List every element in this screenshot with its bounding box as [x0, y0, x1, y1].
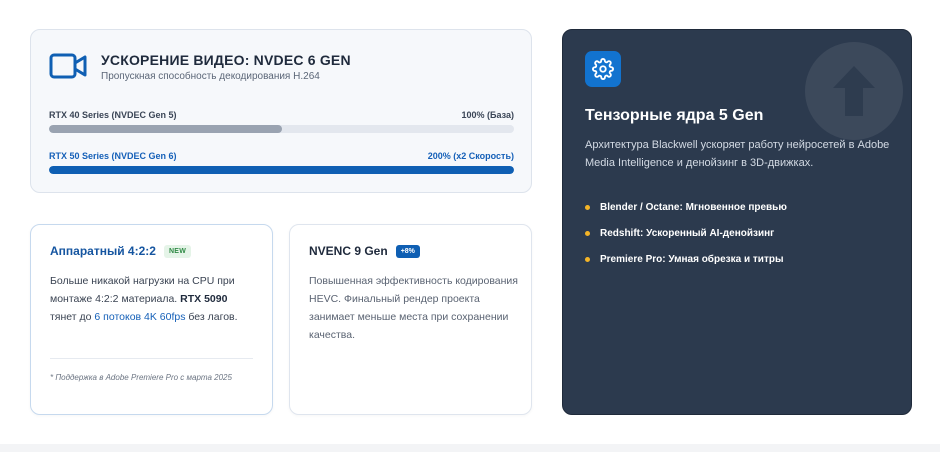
list-item: Blender / Octane: Мгновенное превью — [585, 194, 787, 220]
bullet-dot — [585, 230, 590, 236]
nvdec-card: УСКОРЕНИЕ ВИДЕО: NVDEC 6 GEN Пропускная … — [30, 29, 532, 193]
bullet-dot — [585, 256, 590, 262]
bar-rtx50-track — [49, 166, 514, 174]
support-footnote: * Поддержка в Adobe Premiere Pro с марта… — [50, 373, 232, 382]
body-text-2: тянет до — [50, 311, 95, 323]
video-camera-icon — [49, 53, 87, 79]
list-item: Premiere Pro: Умная обрезка и титры — [585, 246, 787, 272]
nvdec-subtitle: Пропускная способность декодирования H.2… — [101, 71, 320, 82]
bar-rtx40: RTX 40 Series (NVDEC Gen 5) 100% (База) — [49, 110, 514, 133]
arrow-up-icon — [805, 42, 903, 140]
percent-badge: +8% — [395, 244, 420, 258]
new-badge: NEW — [163, 244, 192, 258]
nvenc-title: NVENC 9 Gen — [309, 244, 388, 258]
bar-rtx50-fill — [49, 166, 514, 174]
hardware-422-title: Аппаратный 4:2:2 — [50, 244, 156, 258]
bar-rtx50-label: RTX 50 Series (NVDEC Gen 6) — [49, 151, 177, 161]
bar-rtx40-value: 100% (База) — [461, 110, 514, 120]
nvenc-body: Повышенная эффективность кодирования HEV… — [309, 275, 518, 341]
bar-rtx40-track — [49, 125, 514, 133]
bar-rtx40-label: RTX 40 Series (NVDEC Gen 5) — [49, 110, 177, 120]
page-footer-strip — [0, 444, 940, 452]
tensor-title: Тензорные ядра 5 Gen — [585, 107, 764, 124]
body-bold-gpu: RTX 5090 — [180, 293, 228, 305]
bar-rtx50: RTX 50 Series (NVDEC Gen 6) 200% (x2 Ско… — [49, 151, 514, 174]
bar-rtx50-value: 200% (x2 Скорость) — [427, 151, 514, 161]
divider — [50, 358, 253, 359]
list-item-label: Premiere Pro: Умная обрезка и титры — [600, 253, 784, 265]
tensor-description: Архитектура Blackwell ускоряет работу не… — [585, 139, 890, 169]
body-text-3: без лагов. — [185, 311, 238, 323]
nvdec-title: УСКОРЕНИЕ ВИДЕО: NVDEC 6 GEN — [101, 52, 351, 68]
list-item: Redshift: Ускоренный AI-денойзинг — [585, 220, 787, 246]
bar-rtx40-fill — [49, 125, 282, 133]
hardware-422-body: Больше никакой нагрузки на CPU при монта… — [50, 272, 255, 326]
list-item-label: Redshift: Ускоренный AI-денойзинг — [600, 227, 775, 239]
hardware-422-card: Аппаратный 4:2:2 NEW Больше никакой нагр… — [30, 224, 273, 415]
list-item-label: Blender / Octane: Мгновенное превью — [600, 201, 787, 213]
gear-icon — [585, 51, 621, 87]
tensor-cores-card: Тензорные ядра 5 Gen Архитектура Blackwe… — [562, 29, 912, 415]
tensor-feature-list: Blender / Octane: Мгновенное превью Reds… — [585, 194, 787, 272]
bullet-dot — [585, 204, 590, 210]
body-highlight-streams: 6 потоков 4K 60fps — [94, 311, 186, 323]
nvenc-card: NVENC 9 Gen +8% Повышенная эффективность… — [289, 224, 532, 415]
